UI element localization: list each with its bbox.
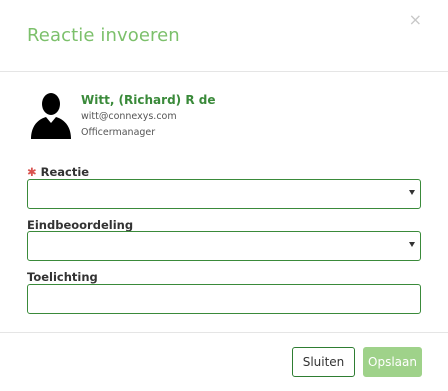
- user-email: witt@connexys.com: [81, 111, 177, 122]
- dialog: Reactie invoeren × Witt, (Richard) R de …: [0, 0, 448, 391]
- user-card: Witt, (Richard) R de witt@connexys.com O…: [29, 91, 429, 143]
- chevron-down-icon: [409, 242, 415, 247]
- close-button[interactable]: Sluiten: [292, 347, 355, 377]
- user-role: Officermanager: [81, 127, 156, 138]
- save-button[interactable]: Opslaan: [363, 347, 422, 377]
- chevron-down-icon: [409, 190, 415, 195]
- user-name: Witt, (Richard) R de: [81, 93, 216, 107]
- close-icon[interactable]: ×: [409, 11, 422, 29]
- reactie-label: ✱ Reactie: [27, 165, 89, 179]
- toelichting-input[interactable]: [27, 284, 421, 314]
- required-marker: ✱: [27, 165, 37, 179]
- reactie-select[interactable]: [27, 179, 421, 209]
- dialog-title: Reactie invoeren: [27, 25, 180, 46]
- toelichting-label: Toelichting: [27, 270, 98, 284]
- dialog-footer: Sluiten Opslaan: [0, 332, 448, 391]
- eindbeoordeling-select[interactable]: [27, 231, 421, 261]
- user-silhouette-icon: [31, 93, 71, 139]
- eindbeoordeling-label: Eindbeoordeling: [27, 218, 134, 232]
- reactie-label-text: Reactie: [40, 165, 90, 179]
- dialog-header: Reactie invoeren ×: [0, 0, 448, 72]
